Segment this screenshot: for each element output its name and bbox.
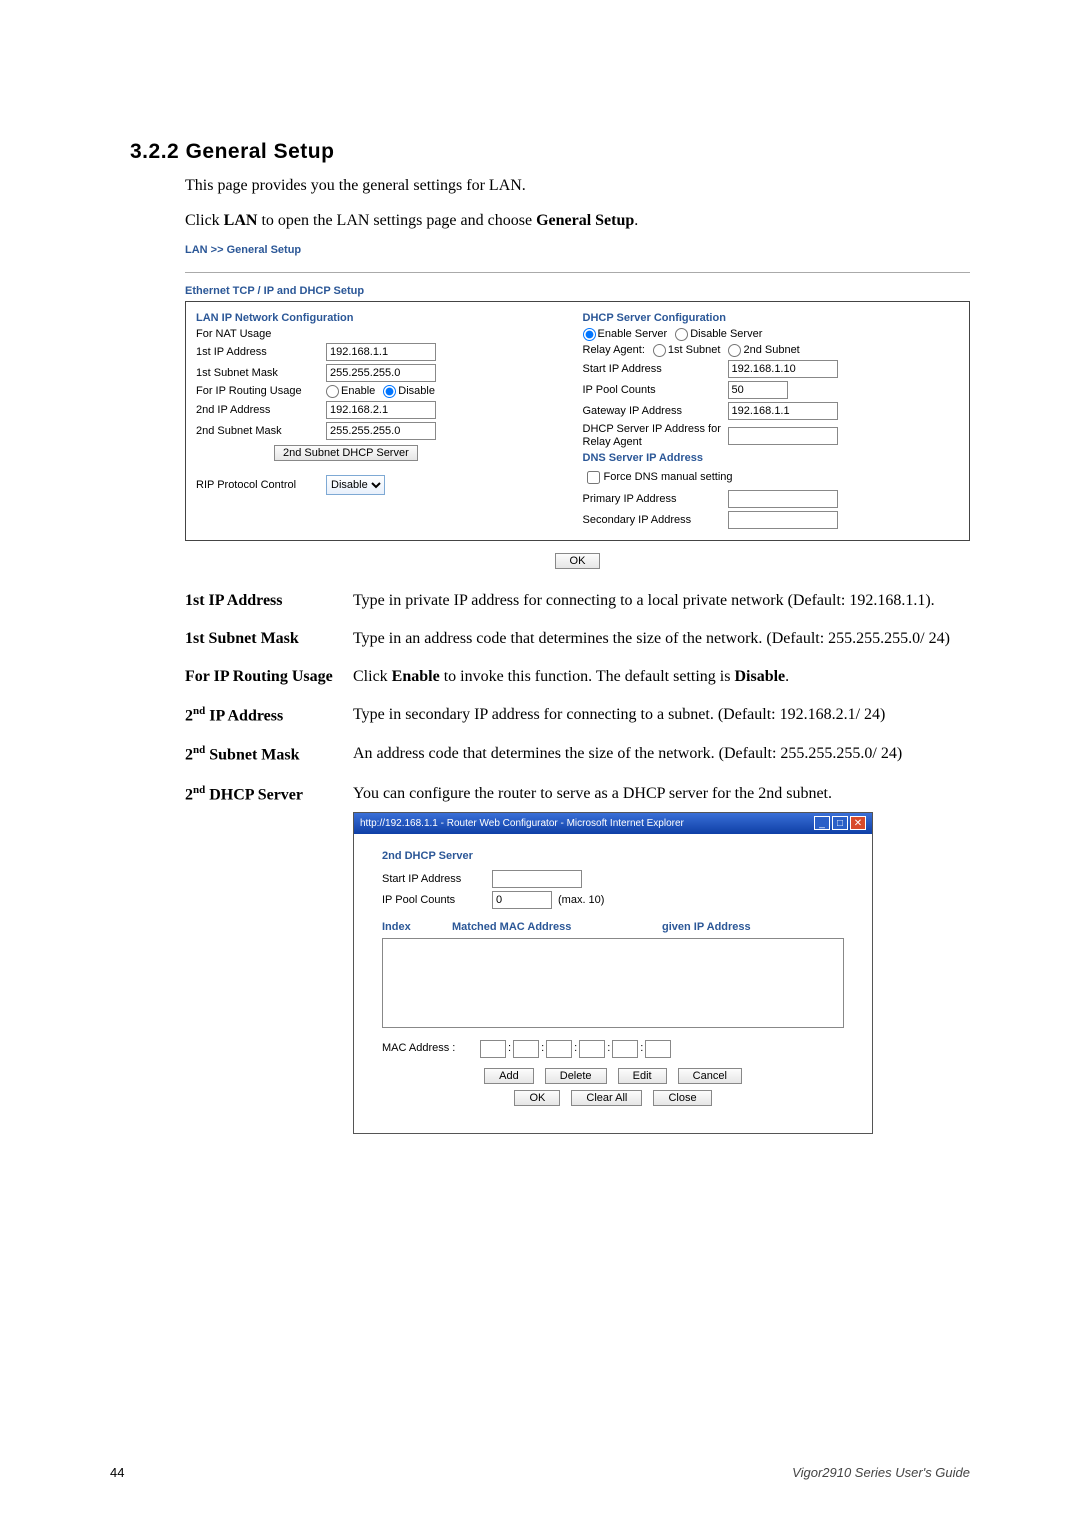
window-minimize-icon[interactable]: _ <box>814 816 830 830</box>
popup-mac-label: MAC Address : <box>382 1040 478 1057</box>
first-mask-label: 1st Subnet Mask <box>196 367 326 379</box>
routing-usage-label: For IP Routing Usage <box>196 385 326 397</box>
breadcrumb: LAN >> General Setup <box>185 244 970 256</box>
gateway-ip-label: Gateway IP Address <box>583 405 728 417</box>
popup-col-mac: Matched MAC Address <box>452 919 662 936</box>
mac-input-1[interactable] <box>480 1040 506 1058</box>
popup-list-area[interactable] <box>382 938 844 1028</box>
primary-ip-input[interactable] <box>728 490 838 508</box>
second-mask-input[interactable] <box>326 422 436 440</box>
popup-heading: 2nd DHCP Server <box>382 848 844 865</box>
second-mask-label: 2nd Subnet Mask <box>196 425 326 437</box>
routing-disable-radio[interactable] <box>383 385 396 398</box>
def-desc-1st-ip: Type in private IP address for connectin… <box>353 589 970 613</box>
def-term-routing: For IP Routing Usage <box>185 665 353 689</box>
rip-label: RIP Protocol Control <box>196 479 326 491</box>
popup-start-ip-label: Start IP Address <box>382 871 492 888</box>
secondary-ip-input[interactable] <box>728 511 838 529</box>
def-term-1st-mask: 1st Subnet Mask <box>185 627 353 651</box>
dns-heading: DNS Server IP Address <box>583 452 960 464</box>
window-maximize-icon[interactable]: □ <box>832 816 848 830</box>
second-subnet-dhcp-button[interactable]: 2nd Subnet DHCP Server <box>274 445 418 461</box>
def-term-2nd-mask: 2nd Subnet Mask <box>185 742 353 767</box>
lan-config-heading: LAN IP Network Configuration <box>196 312 573 324</box>
dhcp-relay-ip-input[interactable] <box>728 427 838 445</box>
gateway-ip-input[interactable] <box>728 402 838 420</box>
popup-title: http://192.168.1.1 - Router Web Configur… <box>360 816 684 831</box>
first-mask-input[interactable] <box>326 364 436 382</box>
enable-server-label: Enable Server <box>598 328 668 340</box>
intro-line-2: Click LAN to open the LAN settings page … <box>185 209 970 234</box>
start-ip-input[interactable] <box>728 360 838 378</box>
mac-input-3[interactable] <box>546 1040 572 1058</box>
def-term-1st-ip: 1st IP Address <box>185 589 353 613</box>
enable-server-radio[interactable] <box>583 328 596 341</box>
popup-add-button[interactable]: Add <box>484 1068 534 1084</box>
dhcp-config-heading: DHCP Server Configuration <box>583 312 960 324</box>
popup-close-button[interactable]: Close <box>653 1090 711 1106</box>
mac-input-6[interactable] <box>645 1040 671 1058</box>
ethernet-section-title: Ethernet TCP / IP and DHCP Setup <box>185 285 970 297</box>
primary-ip-label: Primary IP Address <box>583 493 728 505</box>
first-ip-input[interactable] <box>326 343 436 361</box>
def-term-2nd-ip: 2nd IP Address <box>185 703 353 728</box>
pool-counts-label: IP Pool Counts <box>583 384 728 396</box>
nat-usage-label: For NAT Usage <box>196 328 326 340</box>
relay-1st-label: 1st Subnet <box>668 344 721 356</box>
popup-ok-button[interactable]: OK <box>514 1090 560 1106</box>
force-dns-label: Force DNS manual setting <box>604 471 733 483</box>
popup-pool-input[interactable] <box>492 891 552 909</box>
popup-start-ip-input[interactable] <box>492 870 582 888</box>
def-desc-1st-mask: Type in an address code that determines … <box>353 627 970 651</box>
def-desc-2nd-dhcp: You can configure the router to serve as… <box>353 782 970 1134</box>
footer-guide: Vigor2910 Series User's Guide <box>792 1465 970 1480</box>
popup-edit-button[interactable]: Edit <box>618 1068 667 1084</box>
ok-button[interactable]: OK <box>555 553 601 569</box>
disable-server-radio[interactable] <box>675 328 688 341</box>
secondary-ip-label: Secondary IP Address <box>583 514 728 526</box>
popup-pool-label: IP Pool Counts <box>382 892 492 909</box>
relay-agent-label: Relay Agent: <box>583 344 645 356</box>
intro-line-1: This page provides you the general setti… <box>185 174 970 199</box>
start-ip-label: Start IP Address <box>583 363 728 375</box>
window-close-icon[interactable]: ✕ <box>850 816 866 830</box>
popup-titlebar: http://192.168.1.1 - Router Web Configur… <box>354 813 872 834</box>
popup-pool-hint: (max. 10) <box>558 892 604 909</box>
popup-col-ip: given IP Address <box>662 919 844 936</box>
def-term-2nd-dhcp: 2nd DHCP Server <box>185 782 353 1134</box>
def-desc-2nd-mask: An address code that determines the size… <box>353 742 970 767</box>
def-desc-routing: Click Enable to invoke this function. Th… <box>353 665 970 689</box>
page-number: 44 <box>110 1465 124 1480</box>
popup-cancel-button[interactable]: Cancel <box>678 1068 742 1084</box>
dhcp-relay-ip-label: DHCP Server IP Address for Relay Agent <box>583 423 728 449</box>
popup-window: http://192.168.1.1 - Router Web Configur… <box>353 812 873 1134</box>
rip-select[interactable]: Disable <box>326 475 385 495</box>
def-desc-2nd-ip: Type in secondary IP address for connect… <box>353 703 970 728</box>
relay-1st-radio[interactable] <box>653 344 666 357</box>
second-ip-input[interactable] <box>326 401 436 419</box>
disable-server-label: Disable Server <box>690 328 762 340</box>
pool-counts-input[interactable] <box>728 381 788 399</box>
mac-input-5[interactable] <box>612 1040 638 1058</box>
first-ip-label: 1st IP Address <box>196 346 326 358</box>
relay-2nd-radio[interactable] <box>728 344 741 357</box>
routing-enable-radio[interactable] <box>326 385 339 398</box>
routing-disable-label: Disable <box>398 385 435 397</box>
mac-input-2[interactable] <box>513 1040 539 1058</box>
section-heading: 3.2.2 General Setup <box>130 140 970 164</box>
routing-enable-label: Enable <box>341 385 375 397</box>
popup-delete-button[interactable]: Delete <box>545 1068 607 1084</box>
second-ip-label: 2nd IP Address <box>196 404 326 416</box>
config-box: LAN IP Network Configuration For NAT Usa… <box>185 301 970 541</box>
relay-2nd-label: 2nd Subnet <box>743 344 799 356</box>
popup-clear-button[interactable]: Clear All <box>571 1090 642 1106</box>
popup-col-index: Index <box>382 919 452 936</box>
force-dns-checkbox[interactable] <box>587 471 600 484</box>
mac-input-4[interactable] <box>579 1040 605 1058</box>
divider <box>185 272 970 273</box>
